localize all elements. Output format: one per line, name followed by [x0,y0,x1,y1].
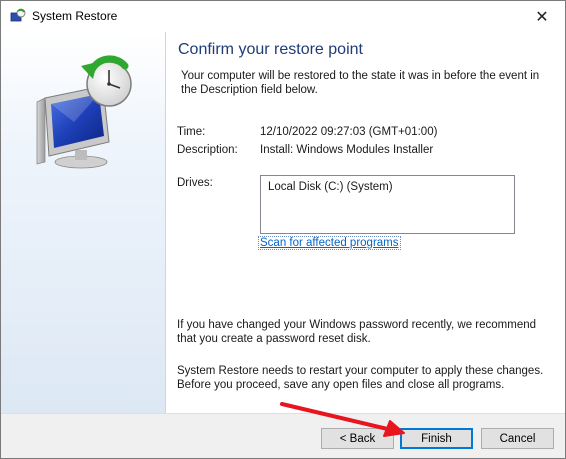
window-title: System Restore [32,9,118,23]
list-item[interactable]: Local Disk (C:) (System) [268,181,393,193]
drives-list[interactable]: Local Disk (C:) (System) [260,175,515,234]
password-note: If you have changed your Windows passwor… [177,319,537,345]
button-bar: < Back Finish Cancel [1,413,565,458]
scan-affected-programs-link[interactable]: Scan for affected programs [258,236,401,250]
time-value: 12/10/2022 09:27:03 (GMT+01:00) [260,126,438,138]
description-value: Install: Windows Modules Installer [260,144,434,156]
finish-button[interactable]: Finish [400,428,473,449]
wizard-content: Confirm your restore point Your computer… [166,32,565,413]
cancel-button[interactable]: Cancel [481,428,554,449]
time-label: Time: [177,126,206,138]
wizard-sidebar [1,32,166,413]
drives-label: Drives: [177,177,213,189]
intro-text: Your computer will be restored to the st… [181,70,540,96]
close-button[interactable]: ✕ [519,1,565,32]
description-label: Description: [177,144,238,156]
back-button[interactable]: < Back [321,428,394,449]
restore-monitor-clock-icon [36,55,132,169]
title-bar: System Restore ✕ [1,1,565,32]
system-restore-icon [10,8,26,22]
restart-note: System Restore needs to restart your com… [177,365,544,391]
system-restore-window: System Restore ✕ Confirm your restore po… [0,0,566,459]
close-icon: ✕ [535,8,549,26]
page-title: Confirm your restore point [178,41,363,58]
